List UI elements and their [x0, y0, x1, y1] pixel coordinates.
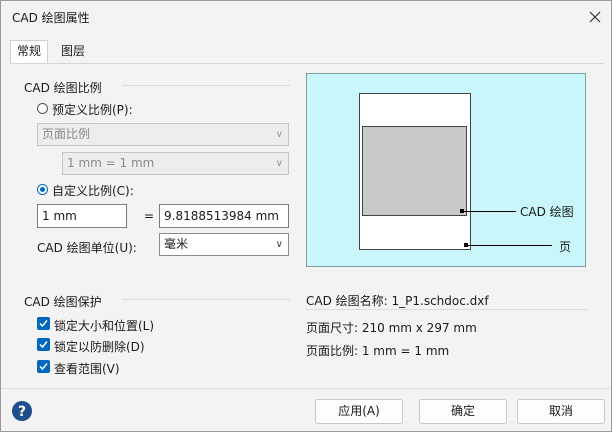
- mm-scale-select-value: 1 mm = 1 mm: [67, 156, 155, 170]
- lock-size-position-label[interactable]: 锁定大小和位置(L): [54, 317, 154, 334]
- footer-divider: [1, 388, 611, 389]
- page-scale-info: 页面比例: 1 mm = 1 mm: [306, 344, 450, 358]
- cancel-button[interactable]: 取消: [517, 399, 605, 424]
- mm-scale-select[interactable]: 1 mm = 1 mm ∨: [62, 152, 289, 175]
- window-title: CAD 绘图属性: [12, 11, 90, 25]
- protection-section-divider: [122, 299, 290, 300]
- scale-section-divider: [122, 85, 290, 86]
- lock-size-position-checkbox[interactable]: [37, 317, 50, 330]
- help-icon[interactable]: ?: [11, 400, 33, 422]
- preview-drawing: [362, 126, 467, 216]
- view-extents-label[interactable]: 查看范围(V): [54, 360, 120, 377]
- page-size-info: 页面尺寸: 210 mm x 297 mm: [306, 321, 477, 335]
- page-scale-select[interactable]: 页面比例 ∨: [37, 123, 289, 146]
- lock-delete-label[interactable]: 锁定以防删除(D): [54, 338, 145, 355]
- svg-text:?: ?: [18, 404, 26, 420]
- drawing-callout-label: CAD 绘图: [520, 205, 574, 219]
- view-extents-checkbox[interactable]: [37, 360, 50, 373]
- checkmark-icon: [39, 341, 48, 349]
- scale-section-title: CAD 绘图比例: [24, 81, 102, 95]
- apply-button[interactable]: 应用(A): [315, 399, 403, 424]
- drawing-unit-select-value: 毫米: [164, 237, 189, 251]
- lock-delete-checkbox[interactable]: [37, 338, 50, 351]
- predefined-scale-label[interactable]: 预定义比例(P):: [52, 101, 133, 118]
- page-callout-label: 页: [559, 240, 572, 254]
- drawing-unit-label: CAD 绘图单位(U):: [37, 241, 137, 255]
- page-leader-line: [468, 245, 552, 246]
- protection-section-title: CAD 绘图保护: [24, 295, 102, 309]
- checkmark-icon: [39, 320, 48, 328]
- tab-general[interactable]: 常规: [10, 40, 48, 64]
- checkmark-icon: [39, 363, 48, 371]
- custom-scale-right-input[interactable]: 9.8188513984 mm: [159, 204, 289, 228]
- drawing-name-info: CAD 绘图名称: 1_P1.schdoc.dxf: [306, 294, 489, 308]
- tab-layers[interactable]: 图层: [53, 41, 93, 63]
- drawing-leader-line: [464, 211, 516, 212]
- info-divider: [306, 309, 588, 310]
- equals-sign: =: [144, 209, 155, 223]
- drawing-unit-select[interactable]: 毫米 ∨: [159, 233, 289, 256]
- close-icon[interactable]: [585, 7, 605, 27]
- chevron-down-icon: ∨: [275, 129, 283, 140]
- page-scale-select-value: 页面比例: [42, 127, 91, 141]
- ok-button[interactable]: 确定: [419, 399, 507, 424]
- custom-scale-left-input[interactable]: 1 mm: [37, 204, 127, 228]
- chevron-down-icon: ∨: [275, 239, 283, 250]
- title-bar: CAD 绘图属性: [1, 1, 611, 31]
- custom-scale-label[interactable]: 自定义比例(C):: [52, 182, 134, 199]
- custom-scale-radio[interactable]: [37, 184, 48, 195]
- drawing-preview: CAD 绘图 页: [306, 73, 586, 267]
- predefined-scale-radio[interactable]: [37, 103, 48, 114]
- cad-drawing-properties-dialog: CAD 绘图属性 常规 图层 CAD 绘图比例 预定义比例(P): 页面比例 ∨…: [0, 0, 612, 432]
- chevron-down-icon: ∨: [275, 158, 283, 169]
